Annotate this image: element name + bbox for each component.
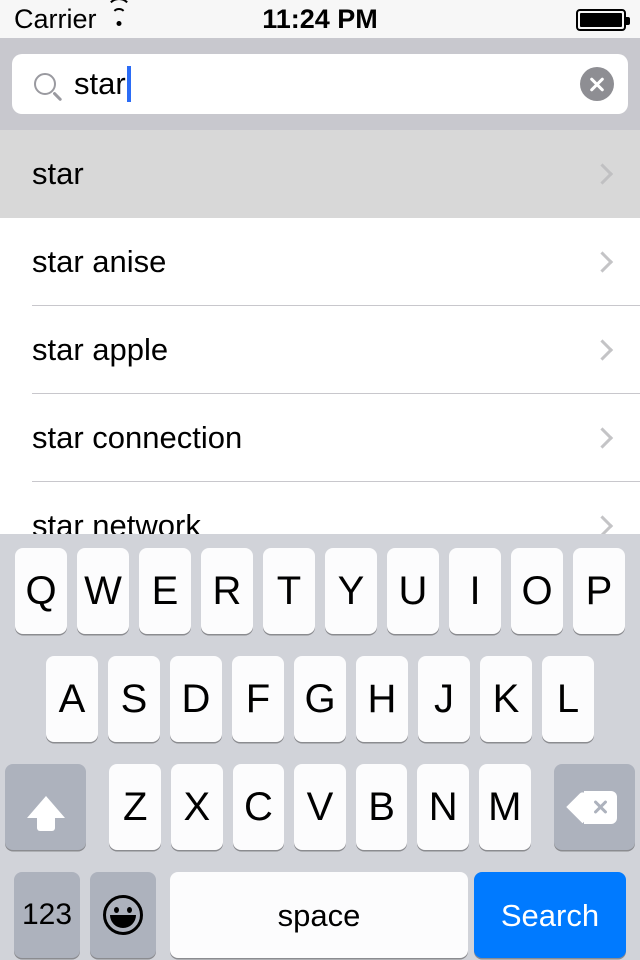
key-k[interactable]: K — [480, 656, 532, 742]
key-z[interactable]: Z — [109, 764, 161, 850]
emoji-key[interactable] — [90, 872, 156, 958]
list-item-label: star — [32, 156, 84, 191]
key-v[interactable]: V — [294, 764, 346, 850]
text-caret — [126, 66, 131, 102]
list-item[interactable]: star anise — [0, 218, 640, 306]
key-w[interactable]: W — [77, 548, 129, 634]
list-item[interactable]: star connection — [0, 394, 640, 482]
key-c[interactable]: C — [232, 764, 285, 850]
list-item[interactable]: star network — [0, 482, 640, 535]
search-input[interactable]: star — [12, 54, 628, 114]
shift-arrow-icon — [26, 796, 65, 831]
key-f[interactable]: F — [232, 656, 284, 742]
search-bar: star — [0, 38, 640, 130]
backspace-key[interactable] — [553, 764, 636, 850]
key-t[interactable]: T — [263, 548, 315, 634]
key-i[interactable]: I — [449, 548, 501, 634]
search-key[interactable]: Search — [474, 872, 626, 958]
search-icon — [34, 73, 56, 95]
key-y[interactable]: Y — [325, 548, 377, 634]
search-suggestions-list[interactable]: star star anise star apple star connecti… — [0, 130, 640, 535]
keyboard-row-4: 123 space Search — [0, 872, 640, 958]
key-a[interactable]: A — [46, 656, 98, 742]
key-u[interactable]: U — [387, 548, 439, 634]
chevron-right-icon — [591, 163, 614, 185]
chevron-right-icon — [591, 251, 614, 273]
key-g[interactable]: G — [294, 656, 346, 742]
key-j[interactable]: J — [418, 656, 470, 742]
key-h[interactable]: H — [356, 656, 408, 742]
clock-label: 11:24 PM — [262, 4, 378, 34]
key-e[interactable]: E — [139, 548, 191, 634]
battery-full-icon — [576, 9, 630, 31]
keyboard-row-3: Z X C V B N M — [0, 764, 640, 850]
status-bar: Carrier 11:24 PM — [0, 0, 640, 38]
key-l[interactable]: L — [542, 656, 594, 742]
space-key[interactable]: space — [170, 872, 468, 958]
key-x[interactable]: X — [170, 764, 223, 850]
key-p[interactable]: P — [573, 548, 625, 634]
key-b[interactable]: B — [355, 764, 408, 850]
chevron-right-icon — [591, 515, 614, 535]
list-item[interactable]: star — [0, 130, 640, 218]
key-o[interactable]: O — [511, 548, 563, 634]
backspace-delete-icon — [566, 790, 618, 824]
list-item-label: star network — [32, 508, 201, 535]
keyboard-row-1: Q W E R T Y U I O P — [0, 548, 640, 634]
numbers-key[interactable]: 123 — [14, 872, 80, 958]
key-n[interactable]: N — [417, 764, 470, 850]
chevron-right-icon — [591, 427, 614, 449]
list-item-label: star anise — [32, 244, 167, 279]
search-input-value: star — [74, 66, 126, 101]
key-q[interactable]: Q — [15, 548, 67, 634]
list-item[interactable]: star apple — [0, 306, 640, 394]
iphone-screen: stable gun Carrier 11:24 PM star star st… — [0, 0, 640, 960]
key-s[interactable]: S — [108, 656, 160, 742]
shift-key[interactable] — [5, 764, 87, 850]
list-item-label: star connection — [32, 420, 243, 455]
key-m[interactable]: M — [479, 764, 531, 850]
key-d[interactable]: D — [170, 656, 222, 742]
clear-search-button[interactable] — [580, 67, 614, 101]
emoji-smiley-icon — [103, 895, 143, 935]
list-item-label: star apple — [32, 332, 169, 367]
keyboard-row-2: A S D F G H J K L — [0, 656, 640, 742]
onscreen-keyboard[interactable]: Q W E R T Y U I O P A S D F G H J K L Z — [0, 534, 640, 960]
chevron-right-icon — [591, 339, 614, 361]
key-r[interactable]: R — [201, 548, 253, 634]
